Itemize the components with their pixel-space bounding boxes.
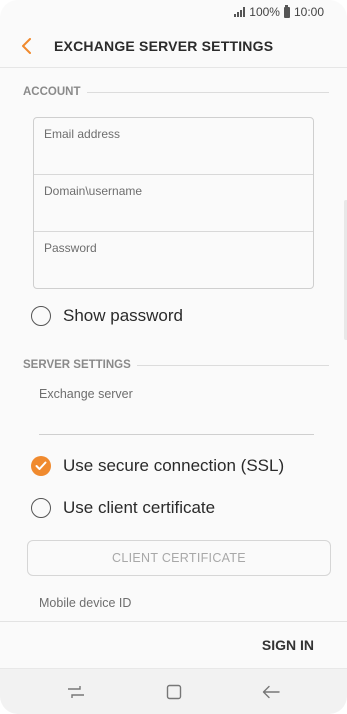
- signal-icon: [234, 7, 246, 17]
- password-field[interactable]: Password: [34, 232, 313, 288]
- client-certificate-radio[interactable]: [31, 498, 51, 518]
- nav-back-button[interactable]: [261, 683, 281, 701]
- action-bar: SIGN IN: [0, 621, 347, 668]
- chevron-left-icon: [22, 38, 31, 54]
- back-button[interactable]: [16, 35, 38, 57]
- client-certificate-option[interactable]: Use client certificate: [31, 498, 215, 518]
- email-field[interactable]: Email address: [34, 118, 313, 175]
- section-divider: [136, 364, 329, 366]
- navigation-bar: [0, 668, 347, 714]
- nav-back-icon: [262, 685, 280, 699]
- show-password-label: Show password: [63, 306, 184, 325]
- phone-screen: 100% 10:00 EXCHANGE SERVER SETTINGS ACCO…: [0, 0, 347, 714]
- battery-icon: [283, 4, 290, 18]
- status-bar: 100% 10:00: [0, 0, 347, 26]
- exchange-server-input[interactable]: [39, 434, 314, 435]
- show-password-option[interactable]: Show password: [31, 306, 183, 326]
- recent-apps-button[interactable]: [66, 683, 86, 701]
- section-divider: [86, 91, 329, 93]
- page-title: EXCHANGE SERVER SETTINGS: [54, 38, 274, 54]
- username-field-placeholder: Domain\username: [44, 184, 143, 198]
- client-certificate-option-label: Use client certificate: [63, 498, 216, 517]
- account-field-group: Email address Domain\username Password: [33, 117, 314, 289]
- ssl-option[interactable]: Use secure connection (SSL): [31, 456, 284, 476]
- username-field[interactable]: Domain\username: [34, 175, 313, 232]
- ssl-checkbox[interactable]: [31, 456, 51, 476]
- app-bar: EXCHANGE SERVER SETTINGS: [0, 26, 347, 68]
- show-password-radio[interactable]: [31, 306, 51, 326]
- battery-percent: 100%: [249, 5, 280, 19]
- account-section-title: ACCOUNT: [23, 86, 81, 98]
- account-section-header: ACCOUNT: [23, 86, 329, 98]
- check-icon: [35, 461, 47, 470]
- client-certificate-button[interactable]: CLIENT CERTIFICATE: [27, 540, 331, 576]
- recent-apps-icon: [68, 686, 84, 698]
- clock: 10:00: [293, 5, 324, 19]
- password-field-placeholder: Password: [44, 241, 97, 255]
- exchange-server-label: Exchange server: [39, 387, 133, 401]
- mobile-device-id-label: Mobile device ID: [39, 596, 132, 610]
- home-icon: [166, 684, 182, 700]
- server-section-title: SERVER SETTINGS: [23, 359, 131, 371]
- email-field-placeholder: Email address: [44, 127, 121, 141]
- sign-in-button[interactable]: SIGN IN: [262, 637, 314, 653]
- ssl-label: Use secure connection (SSL): [63, 456, 285, 475]
- server-section-header: SERVER SETTINGS: [23, 359, 329, 371]
- home-button[interactable]: [164, 683, 184, 701]
- status-indicators: 100% 10:00: [234, 4, 324, 19]
